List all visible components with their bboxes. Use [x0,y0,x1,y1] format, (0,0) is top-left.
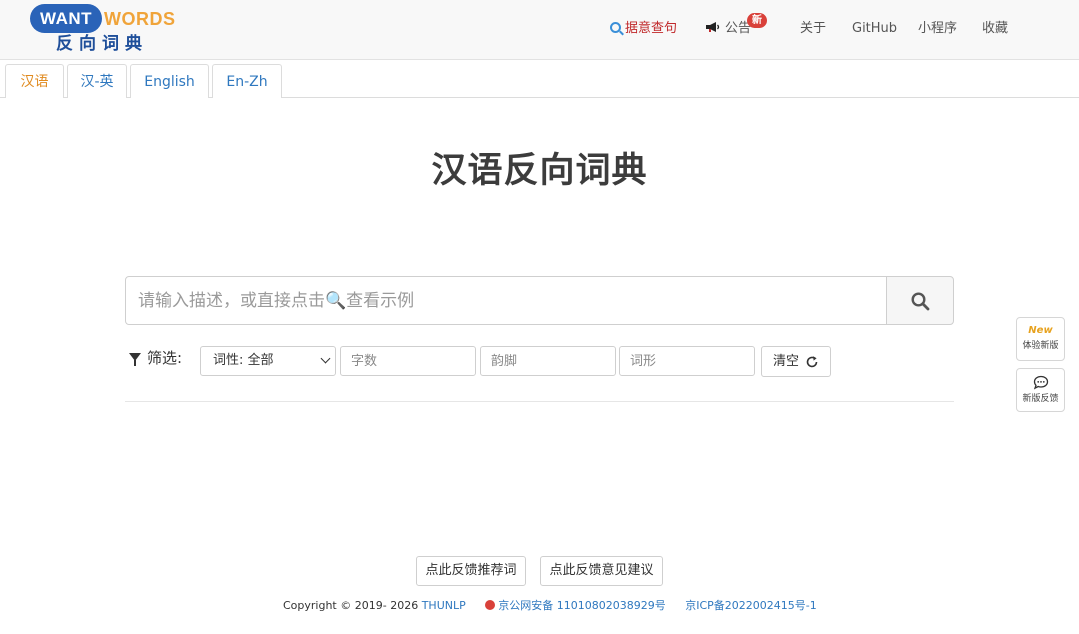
refresh-icon [806,356,818,368]
nav-notice[interactable]: 公告 新 [705,13,767,40]
try-new-version-label: 体验新版 [1022,341,1059,351]
header: WANT WORDS 反向词典 据意查句 公告 新 关于 GitHub 小程序 … [0,0,1079,60]
divider [125,401,954,402]
police-record-link[interactable]: 京公网安备 11010802038929号 [498,599,665,612]
search-input[interactable] [125,276,887,325]
rhyme-input[interactable] [480,346,616,376]
nav-search-sentence[interactable]: 据意查句 [610,18,677,40]
feedback-suggestion-button[interactable]: 点此反馈意见建议 [540,556,663,586]
nav-about[interactable]: 关于 [800,18,826,40]
nav-search-sentence-label: 据意查句 [625,21,678,36]
nav-favorites[interactable]: 收藏 [982,18,1008,40]
feedback-words-button[interactable]: 点此反馈推荐词 [416,556,526,586]
notice-new-badge: 新 [747,13,767,28]
thunlp-link[interactable]: THUNLP [422,599,466,612]
tab-chinese[interactable]: 汉语 [5,64,64,98]
chat-icon [1033,375,1048,390]
new-version-feedback-label: 新版反馈 [1022,394,1059,404]
megaphone-icon [706,22,720,32]
tab-english-chinese[interactable]: En-Zh [212,64,282,98]
language-tabs: 汉语 汉-英 English En-Zh [0,61,1079,98]
new-icon: New [1028,325,1053,336]
chevron-down-icon [320,353,331,364]
search-button[interactable] [886,276,954,325]
pos-select[interactable]: 词性: 全部 [200,346,336,376]
logo-want: WANT [30,4,102,33]
filter-label-text: 筛选: [147,349,183,367]
search-icon [911,292,930,311]
icp-link[interactable]: 京ICP备2022002415号-1 [685,599,817,612]
nav-mini-program[interactable]: 小程序 [918,18,957,40]
tab-chinese-english[interactable]: 汉-英 [67,64,127,98]
logo[interactable]: WANT WORDS 反向词典 [30,3,182,55]
logo-words: WORDS [104,9,176,29]
try-new-version-button[interactable]: New 体验新版 [1016,317,1065,361]
new-version-feedback-button[interactable]: 新版反馈 [1016,368,1065,412]
filter-icon [129,353,141,366]
police-badge-icon [485,600,496,610]
search-icon [610,22,621,33]
clear-button[interactable]: 清空 [761,346,831,377]
nav-github[interactable]: GitHub [852,18,897,40]
filter-label: 筛选: [129,347,182,369]
clear-button-label: 清空 [773,354,800,369]
char-count-input[interactable] [340,346,476,376]
pos-select-value: 词性: 全部 [213,353,274,368]
word-form-input[interactable] [619,346,755,376]
page-title: 汉语反向词典 [431,151,648,191]
footer: Copyright © 2019- 2026 THUNLP 京公网安备 1101… [283,598,817,614]
copyright-text: Copyright © 2019- 2026 [283,599,419,612]
logo-chinese: 反向词典 [56,34,148,54]
tab-english[interactable]: English [130,64,209,98]
